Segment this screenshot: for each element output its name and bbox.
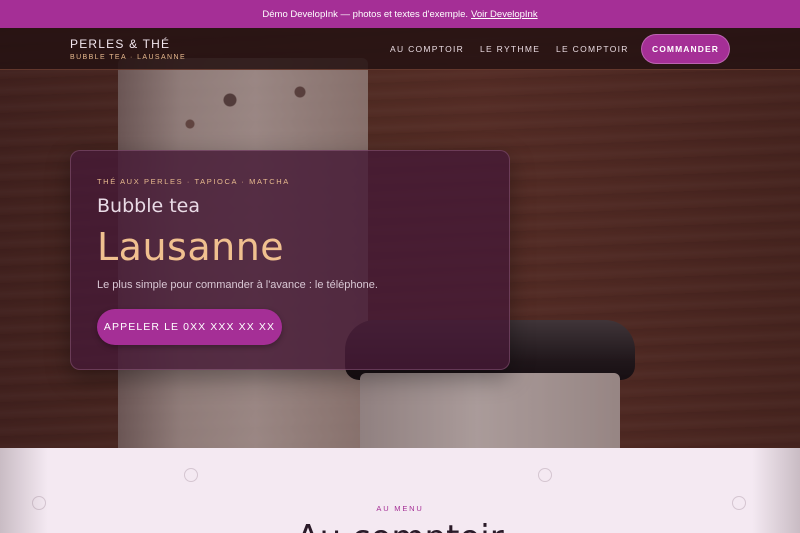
hero-kicker: THÉ AUX PERLES · TAPIOCA · MATCHA <box>97 177 290 186</box>
hero-section: THÉ AUX PERLES · TAPIOCA · MATCHA Bubble… <box>0 28 800 448</box>
hero-text: Le plus simple pour commander à l'avance… <box>97 279 378 291</box>
brand-subtitle: BUBBLE TEA · LAUSANNE <box>70 54 187 61</box>
demo-banner-text: Démo DevelopInk — photos et textes d'exe… <box>262 8 469 20</box>
call-button[interactable]: APPELER LE 0XX XXX XX XX <box>97 309 282 345</box>
hero-card: THÉ AUX PERLES · TAPIOCA · MATCHA Bubble… <box>70 150 510 370</box>
demo-banner-link[interactable]: Voir DevelopInk <box>471 9 538 20</box>
menu-section: AU MENU Au comptoir <box>0 448 800 533</box>
brand-logo[interactable]: PERLES & THÉ BUBBLE TEA · LAUSANNE <box>70 37 186 61</box>
hero-title-line2: Lausanne <box>97 225 285 269</box>
menu-kicker: AU MENU <box>376 504 424 513</box>
order-button[interactable]: COMMANDER <box>641 34 730 64</box>
nav-item-le-rythme[interactable]: LE RYTHME <box>480 44 540 54</box>
decor-dot <box>538 468 552 482</box>
brand-name: PERLES & THÉ <box>70 37 171 51</box>
nav-item-le-comptoir[interactable]: LE COMPTOIR <box>556 44 629 54</box>
demo-banner: Démo DevelopInk — photos et textes d'exe… <box>0 0 800 28</box>
decor-dot <box>184 468 198 482</box>
menu-title: Au comptoir <box>0 518 800 533</box>
nav-item-au-comptoir[interactable]: AU COMPTOIR <box>390 44 464 54</box>
hero-title-line1: Bubble tea <box>97 195 200 217</box>
top-nav: PERLES & THÉ BUBBLE TEA · LAUSANNE AU CO… <box>0 28 800 70</box>
